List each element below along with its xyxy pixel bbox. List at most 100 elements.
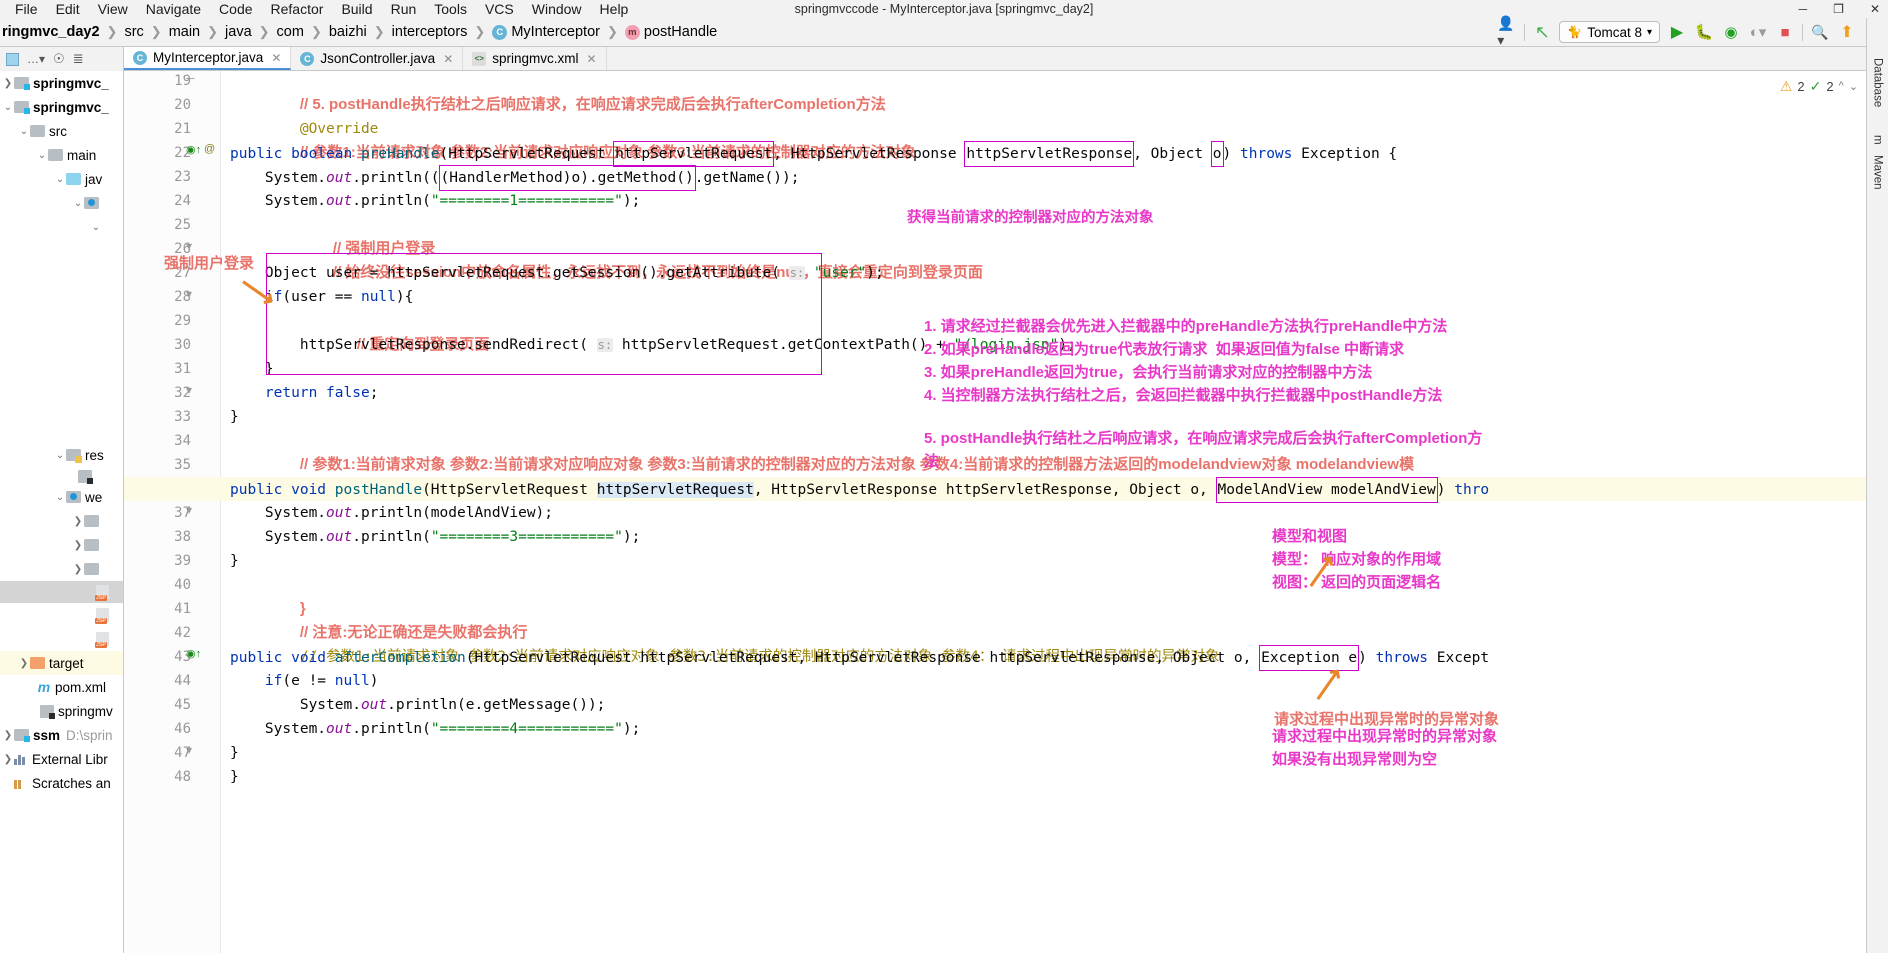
tree-row[interactable]: ❯ — [0, 557, 123, 581]
user-icon[interactable]: 👤▾ — [1497, 15, 1517, 48]
tool-window-maven[interactable]: Maven — [1872, 155, 1884, 190]
project-tree[interactable]: ❯ springmvc_ ⌄ springmvc_ ⌄ src ⌄ main ⌄… — [0, 71, 124, 953]
tree-row-jsp[interactable] — [0, 627, 123, 651]
breadcrumb-item-com[interactable]: com — [277, 24, 304, 40]
fold-marker-icon[interactable]: ─ — [186, 71, 195, 85]
update-icon[interactable]: ⬆ — [1837, 22, 1857, 42]
tree-row[interactable]: ❯ — [0, 533, 123, 557]
tree-row-pom[interactable]: m pom.xml — [0, 675, 123, 699]
menu-item-vcs[interactable]: VCS — [476, 1, 523, 17]
expand-chevron-icon[interactable]: ❯ — [2, 78, 14, 89]
menu-item-refactor[interactable]: Refactor — [262, 1, 333, 17]
breadcrumb-item-class[interactable]: C MyInterceptor — [492, 24, 600, 40]
code-line-posthandle[interactable]: public void postHandle(HttpServletReques… — [124, 477, 1888, 503]
search-icon[interactable]: 🔍 — [1810, 22, 1830, 42]
breadcrumb-item-baizhi[interactable]: baizhi — [329, 24, 367, 40]
tool-window-database[interactable]: Database — [1872, 58, 1884, 107]
code-line-prehandle[interactable]: public boolean preHandle(HttpServletRequ… — [221, 141, 1888, 167]
close-tab-icon[interactable]: ✕ — [587, 52, 597, 66]
fold-marker-icon[interactable]: ▾ — [186, 503, 192, 517]
tree-row[interactable]: ⌄ springmvc_ — [0, 95, 123, 119]
tree-row-jsp[interactable] — [0, 603, 123, 627]
tab-jsoncontroller-java[interactable]: C JsonController.java ✕ — [291, 47, 464, 70]
tree-row-target[interactable]: ❯ target — [0, 651, 123, 675]
tree-row-jsp-selected[interactable] — [0, 581, 123, 603]
tool-window-m[interactable]: m — [1872, 135, 1884, 145]
tree-row-resources[interactable]: ⌄ res — [0, 443, 123, 467]
collapse-chevron-icon[interactable]: ⌄ — [54, 492, 66, 503]
inspection-widget[interactable]: ⚠ 2 ✓ 2 ^ ⌄ — [1742, 71, 1862, 101]
menu-item-help[interactable]: Help — [591, 1, 638, 17]
debug-icon[interactable]: 🐛 — [1694, 22, 1714, 42]
undo-icon[interactable]: ↖ — [1532, 22, 1552, 42]
profile-icon[interactable]: ◐▾ — [1748, 22, 1768, 42]
collapse-all-icon[interactable]: ≣ — [73, 51, 84, 67]
run-configuration-selector[interactable]: 🐈 Tomcat 8 ▾ — [1559, 21, 1660, 43]
breadcrumb-item-interceptors[interactable]: interceptors — [392, 24, 468, 40]
fold-marker-icon[interactable]: ▾ — [186, 287, 192, 301]
collapse-chevron-icon[interactable]: ⌄ — [90, 222, 102, 233]
locate-icon[interactable]: ☉ — [53, 51, 65, 67]
tab-myinterceptor-java[interactable]: C MyInterceptor.java ✕ — [124, 47, 292, 70]
panel-chooser-icon[interactable]: …▾ — [27, 52, 45, 66]
collapse-chevron-icon[interactable]: ⌄ — [54, 450, 66, 461]
tree-row-webapp[interactable]: ⌄ we — [0, 485, 123, 509]
tree-row[interactable]: ❯ — [0, 509, 123, 533]
expand-chevron-icon[interactable]: ❯ — [72, 540, 84, 551]
implements-marker-icon[interactable]: ◉↑ — [186, 647, 201, 660]
menu-item-window[interactable]: Window — [523, 1, 591, 17]
tree-row-main[interactable]: ⌄ main — [0, 143, 123, 167]
menu-item-file[interactable]: File — [6, 1, 47, 17]
fold-marker-icon[interactable]: ▾ — [186, 743, 192, 757]
expand-chevron-icon[interactable]: ❯ — [2, 754, 14, 765]
close-icon[interactable]: ✕ — [1870, 2, 1880, 16]
tree-row[interactable]: ⌄ — [0, 215, 123, 239]
close-tab-icon[interactable]: ✕ — [443, 52, 453, 66]
stop-icon[interactable]: ■ — [1775, 22, 1795, 42]
tree-row-src[interactable]: ⌄ src — [0, 119, 123, 143]
menu-item-build[interactable]: Build — [332, 1, 381, 17]
code-line-aftercompletion[interactable]: public void afterCompletion(HttpServletR… — [221, 645, 1888, 671]
expand-chevron-icon[interactable]: ❯ — [72, 564, 84, 575]
breadcrumb-item-src[interactable]: src — [124, 24, 143, 40]
close-tab-icon[interactable]: ✕ — [271, 51, 281, 65]
chevron-down-icon[interactable]: ⌄ — [1849, 80, 1858, 93]
run-icon[interactable]: ▶ — [1667, 22, 1687, 42]
menu-item-navigate[interactable]: Navigate — [137, 1, 210, 17]
menu-item-view[interactable]: View — [89, 1, 137, 17]
breadcrumb-item-main[interactable]: main — [169, 24, 200, 40]
tree-row-ssm[interactable]: ❯ ssm D:\sprin — [0, 723, 123, 747]
menu-item-code[interactable]: Code — [210, 1, 261, 17]
tree-row[interactable]: ❯ springmvc_ — [0, 71, 123, 95]
collapse-chevron-icon[interactable]: ⌄ — [36, 150, 48, 161]
run-coverage-icon[interactable]: ◉ — [1721, 22, 1741, 42]
tab-springmvc-xml[interactable]: <> springmvc.xml ✕ — [463, 47, 607, 70]
minimize-icon[interactable]: ─ — [1799, 2, 1808, 16]
tree-row-xml[interactable] — [0, 467, 123, 485]
breadcrumb-item-project[interactable]: ringmvc_day2 — [2, 24, 100, 40]
collapse-chevron-icon[interactable]: ⌄ — [72, 198, 84, 209]
chevron-up-icon[interactable]: ^ — [1839, 80, 1844, 92]
menu-item-edit[interactable]: Edit — [47, 1, 89, 17]
expand-chevron-icon[interactable]: ❯ — [72, 516, 84, 527]
tree-row-java[interactable]: ⌄ jav — [0, 167, 123, 191]
menu-item-tools[interactable]: Tools — [425, 1, 476, 17]
breadcrumb-item-java[interactable]: java — [225, 24, 252, 40]
tree-row-iml[interactable]: springmv — [0, 699, 123, 723]
code-editor[interactable]: 19 20 21 22 23 24 25 26 27 28 29 30 31 3… — [124, 71, 1888, 953]
expand-chevron-icon[interactable]: ❯ — [18, 658, 30, 669]
collapse-chevron-icon[interactable]: ⌄ — [2, 102, 14, 113]
tree-row-scratches[interactable]: Scratches an — [0, 771, 123, 795]
expand-chevron-icon[interactable]: ❯ — [2, 730, 14, 741]
breadcrumb-item-method[interactable]: m postHandle — [624, 24, 717, 40]
code-content[interactable]: // 5. postHandle执行结杜之后响应请求，在响应请求完成后会执行af… — [124, 71, 1888, 953]
tree-row[interactable]: ⌄ — [0, 191, 123, 215]
maximize-icon[interactable]: ❐ — [1833, 2, 1844, 16]
menu-item-run[interactable]: Run — [382, 1, 426, 17]
fold-marker-icon[interactable]: ▾ — [186, 239, 192, 253]
fold-marker-icon[interactable]: ▾ — [186, 383, 192, 397]
collapse-chevron-icon[interactable]: ⌄ — [18, 126, 30, 137]
collapse-chevron-icon[interactable]: ⌄ — [54, 174, 66, 185]
implements-marker-icon[interactable]: ◉↑ — [186, 143, 201, 156]
tree-row-external-libraries[interactable]: ❯ External Libr — [0, 747, 123, 771]
